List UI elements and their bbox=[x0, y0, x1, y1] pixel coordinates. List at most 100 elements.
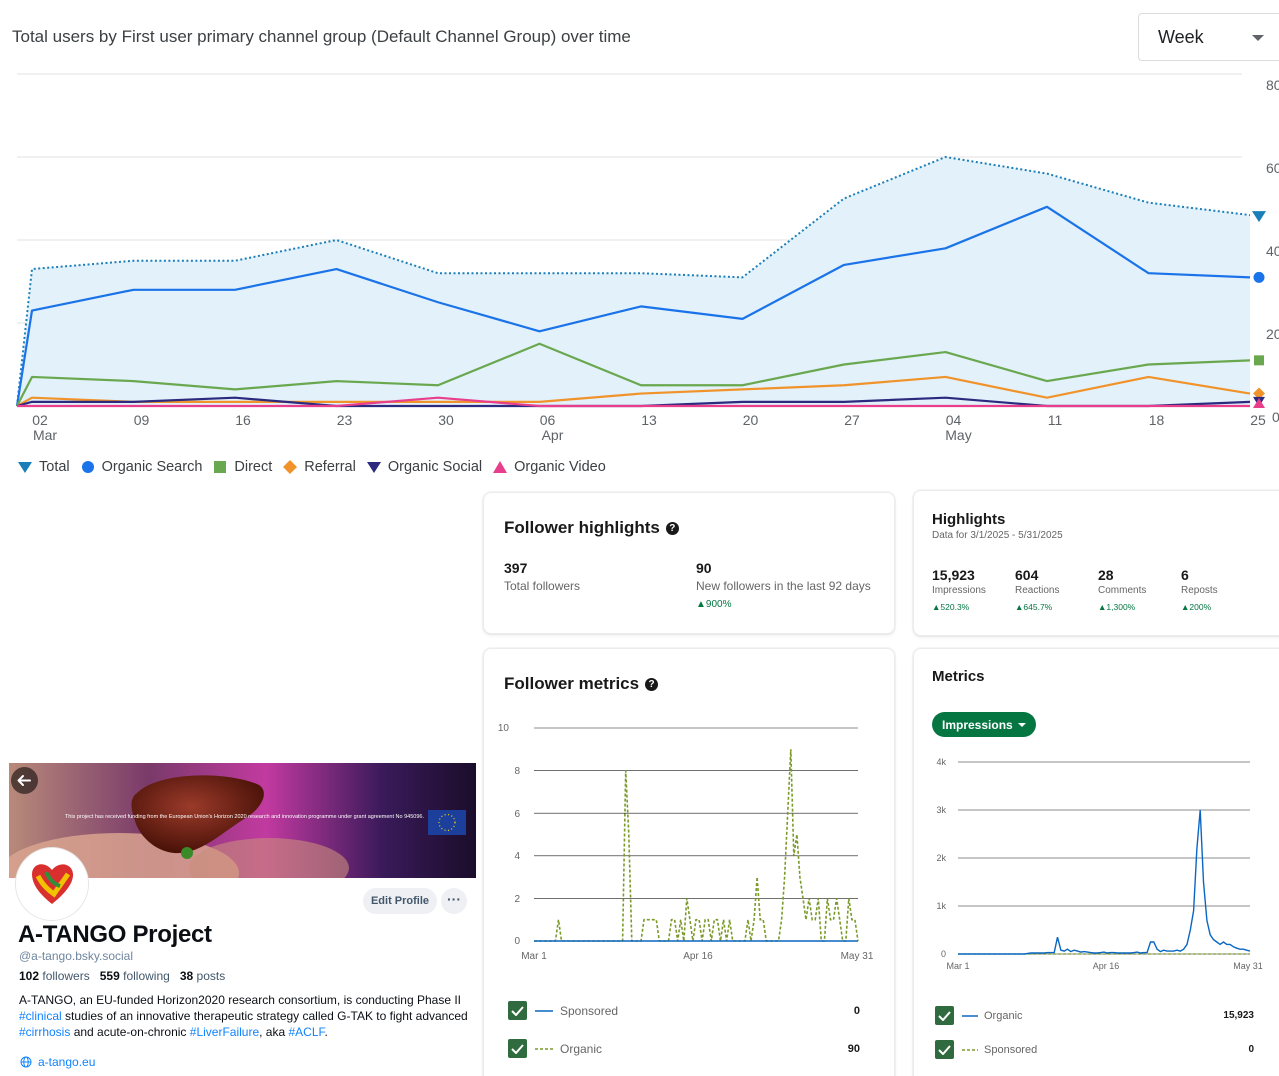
bio-text: . bbox=[324, 1025, 328, 1039]
posts-label: posts bbox=[196, 969, 226, 983]
ga-legend: Total Organic Search Direct Referral Organic… bbox=[18, 459, 617, 475]
total-followers-label: Total followers bbox=[504, 579, 581, 593]
checkbox-checked[interactable] bbox=[935, 1040, 954, 1059]
ga-x-tick: 27 bbox=[844, 412, 860, 428]
legend-organic-label: Organic bbox=[560, 1041, 603, 1056]
checkbox-checked[interactable] bbox=[508, 1001, 527, 1020]
fm-y-tick: 10 bbox=[498, 723, 510, 734]
following-count-link[interactable]: 559 following bbox=[100, 969, 170, 983]
followers-count: 102 bbox=[19, 969, 40, 983]
followers-label: followers bbox=[42, 969, 90, 983]
ga-x-tick: 11 bbox=[1048, 412, 1063, 428]
total-followers-value: 397 bbox=[504, 560, 528, 576]
stat-reposts: 6 Reposts ▲200% bbox=[1181, 567, 1218, 612]
stat-value: 28 bbox=[1098, 567, 1114, 583]
dashed-line-icon bbox=[535, 1047, 553, 1050]
legend-organic-value: 90 bbox=[847, 1043, 860, 1055]
m-x-tick: Apr 16 bbox=[1093, 961, 1120, 971]
more-options-button[interactable]: ··· bbox=[441, 888, 467, 914]
stat-value: 604 bbox=[1015, 567, 1039, 583]
legend-label: Organic Search bbox=[101, 459, 203, 475]
a-tango-logo bbox=[32, 864, 74, 904]
follower-metrics-card: Follower metrics? 10 8 6 4 2 0 Mar 1 Apr… bbox=[483, 648, 895, 1076]
dashed-line-icon bbox=[962, 1048, 978, 1051]
m-x-tick: Mar 1 bbox=[946, 961, 969, 971]
legend-item-organic-search[interactable]: Organic Search bbox=[81, 459, 203, 475]
total-area bbox=[17, 157, 1250, 406]
teardrop-marker bbox=[1252, 211, 1266, 223]
question-icon[interactable]: ? bbox=[665, 522, 679, 536]
following-count: 559 bbox=[99, 969, 120, 983]
follower-metrics-title: Follower metrics bbox=[504, 674, 640, 693]
legend-sponsored[interactable]: Sponsored bbox=[508, 1001, 618, 1020]
follower-highlights-card: Follower highlights? 397 Total followers… bbox=[483, 492, 895, 634]
ga-y-tick: 20 bbox=[1266, 326, 1279, 342]
impressions-dropdown[interactable]: Impressions bbox=[932, 712, 1036, 737]
ga-x-tick: 18 bbox=[1149, 412, 1165, 428]
website-link[interactable]: a-tango.eu bbox=[20, 1055, 95, 1069]
period-select-value: Week bbox=[1158, 27, 1204, 47]
fm-x-tick: Mar 1 bbox=[521, 951, 547, 962]
ga-y-ticks: 80 60 40 20 0 bbox=[1266, 77, 1279, 425]
hashtag-link[interactable]: #ACLF bbox=[289, 1025, 325, 1039]
stat-label: Comments bbox=[1098, 585, 1147, 596]
checkbox-checked[interactable] bbox=[935, 1006, 954, 1025]
legend-item-total[interactable]: Total bbox=[18, 459, 70, 475]
followers-count-link[interactable]: 102 followers bbox=[19, 969, 90, 983]
m-y-tick: 4k bbox=[936, 757, 946, 767]
ga-y-tick: 80 bbox=[1266, 77, 1279, 93]
stat-label: Reposts bbox=[1181, 585, 1218, 596]
highlights-subtitle: Data for 3/1/2025 - 5/31/2025 bbox=[932, 530, 1063, 541]
period-select[interactable]: Week bbox=[1138, 13, 1279, 61]
fm-y-tick: 0 bbox=[514, 936, 520, 947]
stat-delta: ▲520.3% bbox=[932, 602, 970, 612]
legend-organic[interactable]: Organic bbox=[935, 1006, 1023, 1025]
checkbox-checked[interactable] bbox=[508, 1039, 527, 1058]
hashtag-link[interactable]: #LiverFailure bbox=[190, 1025, 259, 1039]
ga-x-tick: 20 bbox=[743, 412, 759, 428]
posts-count-link[interactable]: 38 posts bbox=[180, 969, 225, 983]
ga-y-tick: 0 bbox=[1272, 409, 1279, 425]
stat-delta: ▲645.7% bbox=[1015, 602, 1053, 612]
profile-handle: @a-tango.bsky.social bbox=[19, 949, 134, 963]
fm-y-tick: 2 bbox=[514, 894, 520, 905]
legend-sponsored-value: 0 bbox=[853, 1005, 860, 1017]
bio-text: studies of an innovative therapeutic str… bbox=[61, 1009, 468, 1023]
legend-item-organic-social[interactable]: Organic Social bbox=[366, 459, 482, 475]
question-icon[interactable]: ? bbox=[645, 678, 659, 692]
new-followers-label: New followers in the last 92 days bbox=[696, 579, 871, 593]
ga-x-tick: 30 bbox=[438, 412, 454, 428]
legend-label: Referral bbox=[304, 459, 356, 475]
caret-down-icon bbox=[1017, 722, 1026, 727]
legend-organic-label: Organic bbox=[984, 1009, 1023, 1022]
legend-sponsored[interactable]: Sponsored bbox=[935, 1040, 1037, 1059]
avatar[interactable] bbox=[16, 848, 88, 920]
hashtag-link[interactable]: #clinical bbox=[19, 1009, 62, 1023]
m-y-tick: 1k bbox=[936, 901, 946, 911]
square-marker bbox=[1254, 355, 1264, 366]
legend-sponsored-value: 0 bbox=[1248, 1044, 1254, 1055]
stat-value: 15,923 bbox=[932, 567, 975, 583]
hashtag-link[interactable]: #cirrhosis bbox=[19, 1025, 70, 1039]
legend-organic-value: 15,923 bbox=[1223, 1010, 1254, 1021]
website-link-label: a-tango.eu bbox=[38, 1055, 96, 1069]
ga-x-tick: 16 bbox=[235, 412, 251, 428]
ga-y-tick: 60 bbox=[1266, 160, 1279, 176]
stat-label: Reactions bbox=[1015, 585, 1060, 596]
back-arrow-button[interactable] bbox=[11, 767, 38, 794]
ga-x-tick: 09 bbox=[134, 412, 150, 428]
profile-name: A-TANGO Project bbox=[18, 921, 212, 948]
legend-item-referral[interactable]: Referral bbox=[283, 459, 356, 475]
ga-x-tick: 25 bbox=[1250, 412, 1266, 428]
edit-profile-button[interactable]: Edit Profile bbox=[363, 888, 437, 914]
follower-metrics-chart: 10 8 6 4 2 0 Mar 1 Apr 16 May 31 bbox=[498, 723, 874, 962]
m-y-tick: 0 bbox=[941, 949, 946, 959]
fm-y-tick: 8 bbox=[514, 766, 520, 777]
profile-counts: 102 followers 559 following 38 posts bbox=[19, 969, 225, 983]
legend-item-direct[interactable]: Direct bbox=[213, 459, 272, 475]
legend-item-organic-video[interactable]: Organic Video bbox=[493, 459, 606, 475]
ga-line-chart: 80 60 40 20 0 02Mar09 16 23 30 06Apr13 20 27 04… bbox=[15, 73, 1279, 443]
ga-x-ticks: 02Mar 09 16 23 30 06Apr 13 20 27 04May 11 18 25 bbox=[32, 412, 1266, 443]
legend-organic[interactable]: Organic bbox=[508, 1039, 602, 1058]
ga-x-tick: 02 bbox=[32, 412, 48, 428]
